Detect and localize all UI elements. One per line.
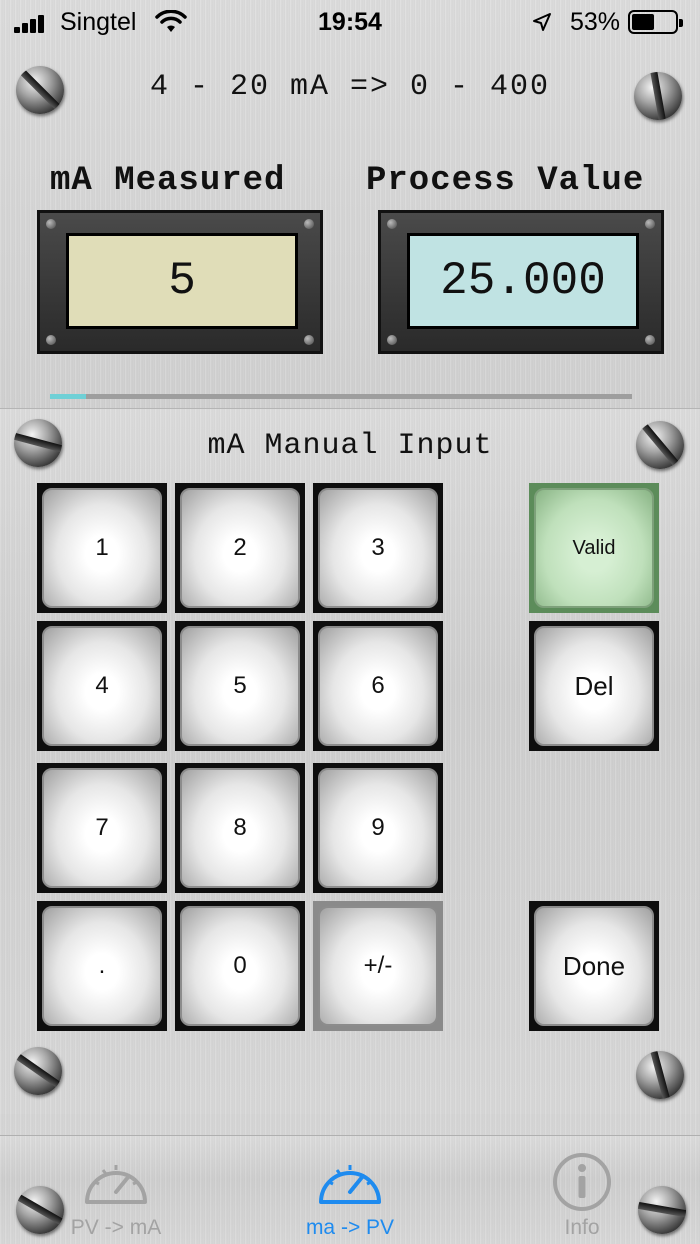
done-button[interactable]: Done (529, 901, 659, 1031)
ma-measured-display: 5 (37, 210, 323, 354)
key-label: 7 (42, 768, 162, 888)
key-5[interactable]: 5 (175, 621, 305, 751)
done-label: Done (534, 906, 654, 1026)
progress-fill (50, 394, 87, 399)
delete-label: Del (534, 626, 654, 746)
valid-button[interactable]: Valid (529, 483, 659, 613)
key-label: +/- (318, 906, 438, 1026)
range-title: 4 - 20 mA => 0 - 400 (149, 70, 551, 104)
key-0[interactable]: 0 (175, 901, 305, 1031)
key-8[interactable]: 8 (175, 763, 305, 893)
info-icon (553, 1153, 611, 1211)
key-label: 6 (318, 626, 438, 746)
location-icon (533, 13, 551, 31)
keypad-title: mA Manual Input (207, 429, 493, 463)
key-9[interactable]: 9 (313, 763, 443, 893)
key-label: . (42, 906, 162, 1026)
screw-icon (636, 1051, 684, 1099)
key-label: 0 (180, 906, 300, 1026)
key-3[interactable]: 3 (313, 483, 443, 613)
ma-measured-value: 5 (66, 233, 298, 329)
battery-icon (628, 10, 683, 34)
key-sign-toggle[interactable]: +/- (313, 901, 443, 1031)
key-1[interactable]: 1 (37, 483, 167, 613)
key-label: 1 (42, 488, 162, 608)
key-6[interactable]: 6 (313, 621, 443, 751)
key-label: 4 (42, 626, 162, 746)
key-label: 8 (180, 768, 300, 888)
key-label: 9 (318, 768, 438, 888)
key-label: 3 (318, 488, 438, 608)
key-4[interactable]: 4 (37, 621, 167, 751)
gauge-icon (85, 1165, 147, 1204)
screw-icon (16, 1186, 64, 1234)
screw-icon (638, 1186, 686, 1234)
key-2[interactable]: 2 (175, 483, 305, 613)
progress-bar (50, 394, 632, 399)
process-value-label: Process Value (366, 162, 645, 200)
ma-measured-label: mA Measured (50, 162, 286, 200)
key-decimal[interactable]: . (37, 901, 167, 1031)
delete-button[interactable]: Del (529, 621, 659, 751)
battery-percent: 53% (570, 8, 621, 36)
keypad-panel: mA Manual Input 1 2 3 Valid 4 5 6 Del 7 … (0, 408, 700, 1114)
process-value-display: 25.000 (378, 210, 664, 354)
key-label: 5 (180, 626, 300, 746)
gauge-icon (319, 1165, 381, 1204)
conversion-panel: 4 - 20 mA => 0 - 400 mA Measured Process… (0, 46, 700, 408)
tab-label: ma -> PV (305, 1216, 395, 1239)
key-7[interactable]: 7 (37, 763, 167, 893)
key-label: 2 (180, 488, 300, 608)
screw-icon (14, 1047, 62, 1095)
process-value-value: 25.000 (407, 233, 639, 329)
tab-ma-to-pv[interactable]: ma -> PV (260, 1136, 440, 1244)
status-bar: Singtel 19:54 53% (0, 0, 700, 46)
valid-label: Valid (534, 488, 654, 608)
tab-bar: PV -> mA ma -> PV Info (0, 1135, 700, 1244)
